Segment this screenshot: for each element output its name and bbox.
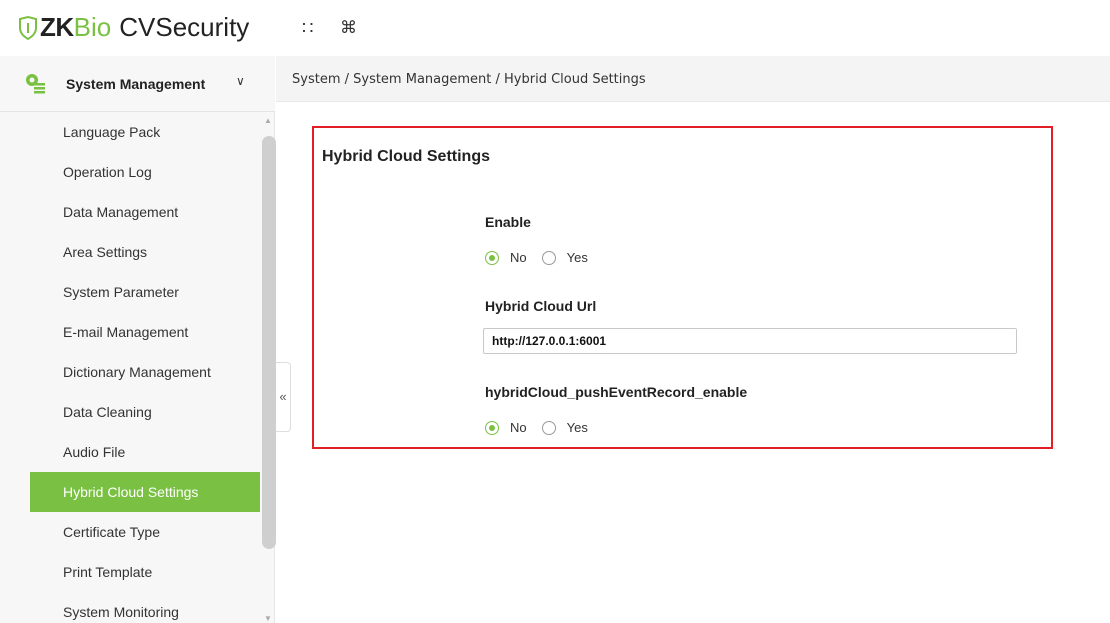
scrollbar-thumb[interactable] [262,136,276,549]
sidebar-item-print-template[interactable]: Print Template [30,552,260,592]
module-selector[interactable]: System Management ∨ [0,56,275,112]
module-title: System Management [66,76,206,92]
sidebar-item-system-monitoring[interactable]: System Monitoring [30,592,260,623]
push-event-no-label[interactable]: No [510,420,527,435]
chevron-down-icon[interactable]: ∨ [236,74,245,88]
hybrid-cloud-settings-panel: Hybrid Cloud Settings Enable No Yes Hybr… [312,126,1053,449]
apps-grid-icon[interactable]: ∷ [302,18,313,39]
sidebar-item-audio-file[interactable]: Audio File [30,432,260,472]
sidebar-item-email-management[interactable]: E-mail Management [30,312,260,352]
push-event-yes-label[interactable]: Yes [567,420,588,435]
breadcrumb-bar: System / System Management / Hybrid Clou… [276,56,1110,102]
page-title: Hybrid Cloud Settings [322,148,490,165]
push-event-no-radio[interactable] [485,420,499,435]
sidebar-scrollbar[interactable]: ▲ ▼ [261,116,276,623]
collapse-sidebar-button[interactable]: « [276,362,291,432]
sidebar-item-system-parameter[interactable]: System Parameter [30,272,260,312]
push-event-radio-group: No Yes [485,420,603,435]
enable-no-label[interactable]: No [510,250,527,265]
push-event-record-label: hybridCloud_pushEventRecord_enable [485,384,748,400]
hybrid-cloud-url-input[interactable] [483,328,1017,354]
enable-yes-label[interactable]: Yes [567,250,588,265]
breadcrumb: System / System Management / Hybrid Clou… [292,72,646,87]
brand-product: CVSecurity [119,12,250,42]
sidebar-item-hybrid-cloud-settings[interactable]: Hybrid Cloud Settings [30,472,260,512]
sidebar-item-data-management[interactable]: Data Management [30,192,260,232]
sidebar-item-dictionary-management[interactable]: Dictionary Management [30,352,260,392]
enable-label: Enable [485,214,531,230]
sidebar: System Management ∨ Language Pack Operat… [0,56,276,623]
enable-no-radio[interactable] [485,250,499,265]
sidebar-item-certificate-type[interactable]: Certificate Type [30,512,260,552]
sidebar-item-data-cleaning[interactable]: Data Cleaning [30,392,260,432]
scroll-down-icon[interactable]: ▼ [264,614,272,623]
brand-bio: Bio [73,12,112,42]
command-icon[interactable]: ⌘ [340,18,357,38]
sidebar-item-language-pack[interactable]: Language Pack [30,112,260,152]
brand-zk: ZK [40,12,74,42]
hybrid-cloud-url-label: Hybrid Cloud Url [485,298,597,314]
top-header: ZK Bio CVSecurity ∷ ⌘ [0,0,1110,56]
sidebar-item-operation-log[interactable]: Operation Log [30,152,260,192]
push-event-yes-radio[interactable] [541,420,556,435]
enable-radio-group: No Yes [485,250,603,265]
sidebar-item-area-settings[interactable]: Area Settings [30,232,260,272]
system-settings-icon [26,74,45,94]
enable-yes-radio[interactable] [541,250,556,265]
shield-logo-icon [19,15,37,40]
scroll-up-icon[interactable]: ▲ [264,116,272,125]
brand-logo[interactable]: ZK Bio CVSecurity [18,12,249,43]
